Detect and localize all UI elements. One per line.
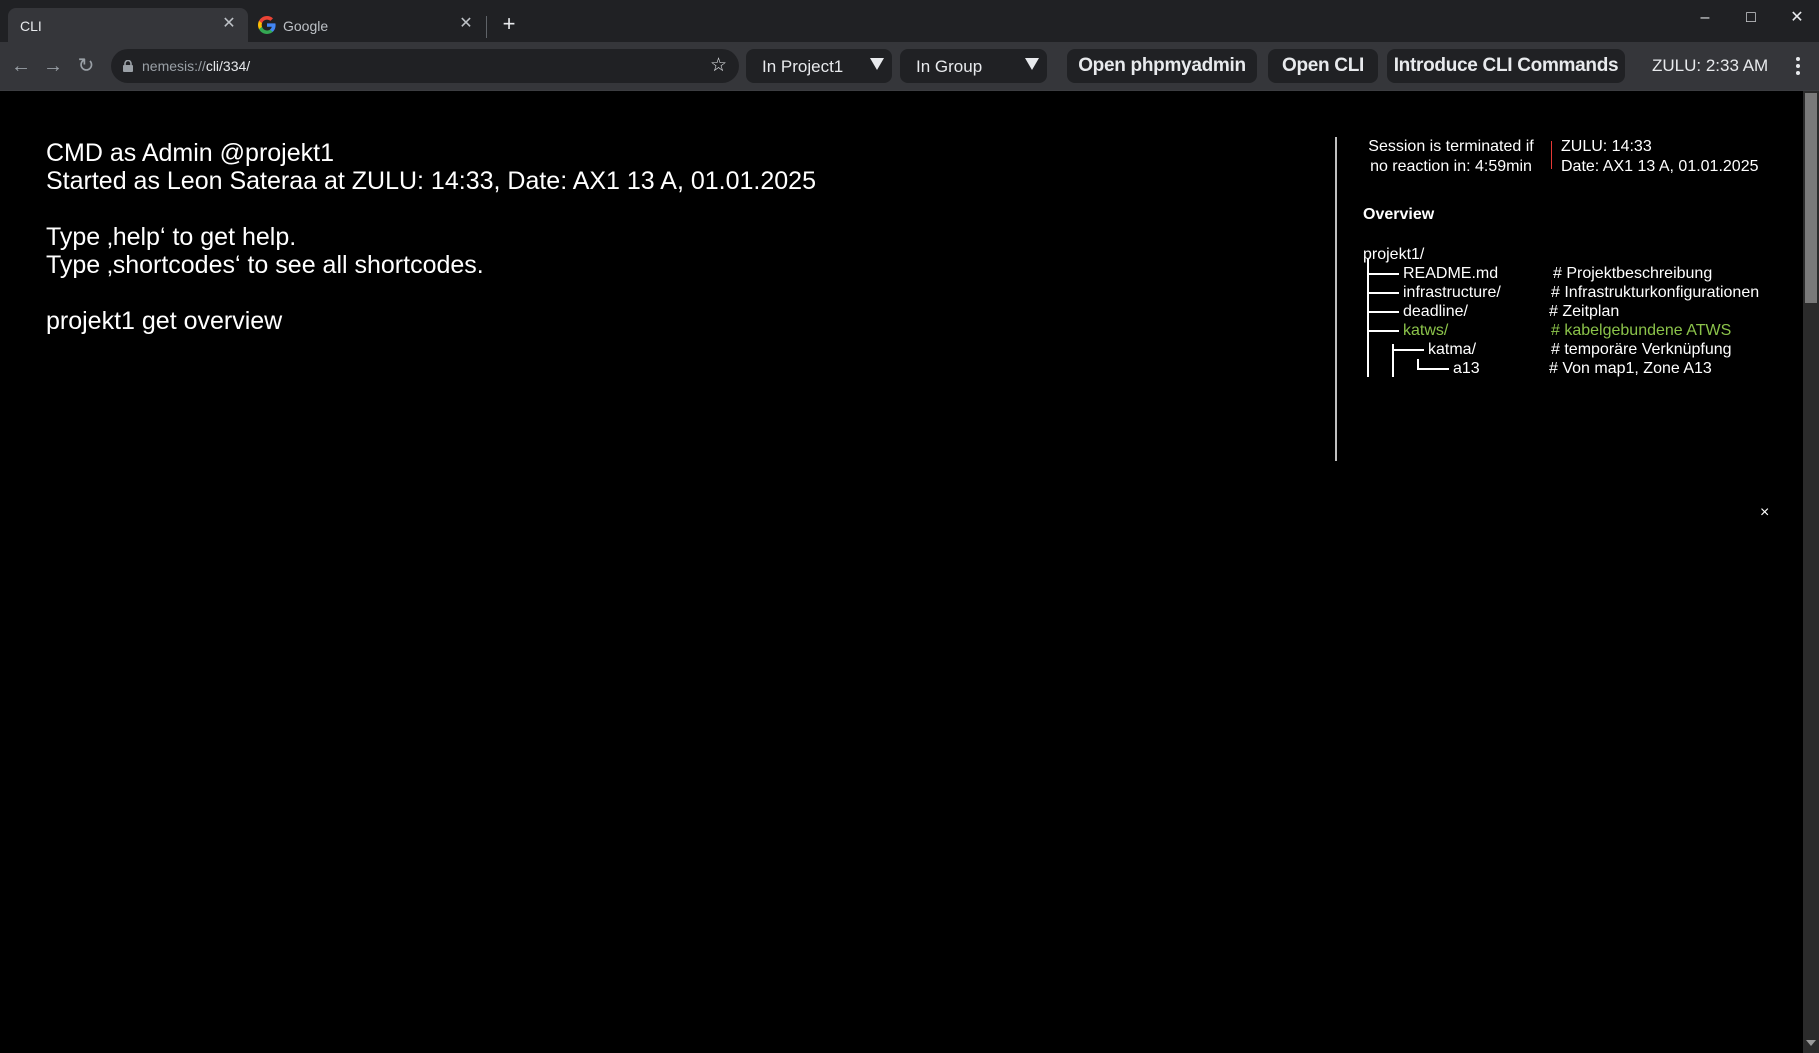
- session-timeout-notice: Session is terminated if no reaction in:…: [1363, 137, 1539, 177]
- back-arrow-icon[interactable]: ←: [9, 54, 33, 78]
- reload-icon[interactable]: ↻: [74, 54, 98, 78]
- open-cli-button[interactable]: Open CLI: [1268, 49, 1378, 83]
- tree-item-name: README.md: [1403, 265, 1499, 282]
- tree-connector: [1367, 292, 1399, 294]
- scrollbar-thumb[interactable]: [1805, 93, 1817, 303]
- overview-panel: Session is terminated if no reaction in:…: [1335, 137, 1777, 461]
- session-text-line: no reaction in: 4:59min: [1370, 158, 1532, 175]
- terminal-output: CMD as Admin @projekt1 Started as Leon S…: [46, 139, 816, 335]
- tree-connector: [1367, 330, 1399, 332]
- scroll-down-arrow-icon[interactable]: [1806, 1040, 1816, 1046]
- tree-item-comment: # Von map1, Zone A13: [1549, 360, 1712, 377]
- terminal-line: Type ‚help‘ to get help.: [46, 223, 297, 251]
- tree-connector: [1417, 368, 1449, 370]
- cli-content: CMD as Admin @projekt1 Started as Leon S…: [0, 91, 1803, 1053]
- overview-title: Overview: [1363, 206, 1435, 223]
- group-select[interactable]: In Group: [900, 49, 1047, 83]
- new-tab-button[interactable]: +: [497, 12, 521, 36]
- open-phpmyadmin-button[interactable]: Open phpmyadmin: [1067, 49, 1257, 83]
- tree-item-comment: # Zeitplan: [1549, 303, 1620, 320]
- tab-strip: CLI ✕ Google ✕ + – □ ✕: [0, 0, 1819, 42]
- tab-google[interactable]: Google ✕: [250, 8, 485, 42]
- forward-arrow-icon[interactable]: →: [41, 54, 65, 78]
- red-divider: [1551, 141, 1552, 169]
- url-scheme: nemesis://: [142, 58, 206, 74]
- tab-title: CLI: [20, 18, 42, 34]
- tree-item-name: deadline/: [1403, 303, 1468, 320]
- group-select-label: In Group: [916, 57, 983, 76]
- project-select-label: In Project1: [762, 57, 844, 76]
- menu-kebab-icon[interactable]: [1790, 54, 1806, 78]
- terminal-command-line: projekt1 get overview: [46, 307, 283, 335]
- tree-connector: [1392, 349, 1424, 351]
- url-text: nemesis://cli/334/: [142, 58, 250, 74]
- dropdown-arrow-icon: [1025, 58, 1039, 70]
- address-bar[interactable]: nemesis://cli/334/ ☆: [111, 49, 739, 83]
- tree-item-name: infrastructure/: [1403, 284, 1501, 301]
- terminal-line: Type ‚shortcodes‘ to see all shortcodes.: [46, 251, 484, 279]
- tab-cli[interactable]: CLI ✕: [8, 8, 248, 42]
- tree-item-name: katws/: [1403, 322, 1449, 339]
- tree-root: projekt1/: [1363, 246, 1425, 263]
- tree-connector: [1367, 259, 1369, 377]
- tree-item-name: a13: [1453, 360, 1480, 377]
- close-panel-icon[interactable]: ×: [1760, 504, 1769, 522]
- tree-item-comment: # Infrastrukturkonfigurationen: [1551, 284, 1760, 301]
- tree-item-comment: # kabelgebundene ATWS: [1551, 322, 1732, 339]
- session-text-line: Session is terminated if: [1368, 138, 1534, 155]
- lock-icon: [123, 60, 133, 72]
- tree-item-comment: # temporäre Verknüpfung: [1551, 341, 1732, 358]
- tab-separator: [486, 16, 487, 38]
- browser-toolbar: ← → ↻ nemesis://cli/334/ ☆ In Project1 I…: [0, 42, 1819, 91]
- project-select[interactable]: In Project1: [746, 49, 892, 83]
- dropdown-arrow-icon: [870, 58, 884, 70]
- session-date: Date: AX1 13 A, 01.01.2025: [1561, 158, 1759, 175]
- introduce-cli-commands-button[interactable]: Introduce CLI Commands: [1387, 49, 1625, 83]
- zulu-clock: ZULU: 2:33 AM: [1652, 56, 1769, 75]
- tree-connector: [1367, 311, 1399, 313]
- url-path: cli/334/: [205, 58, 251, 74]
- terminal-line: Started as Leon Sateraa at ZULU: 14:33, …: [46, 167, 816, 195]
- minimize-button[interactable]: –: [1690, 6, 1720, 30]
- zulu-time: ZULU: 14:33: [1561, 138, 1652, 155]
- maximize-button[interactable]: □: [1736, 6, 1766, 30]
- tree-item-comment: # Projektbeschreibung: [1553, 265, 1713, 282]
- tree-connector: [1367, 273, 1399, 275]
- bookmark-star-icon[interactable]: ☆: [710, 54, 727, 77]
- google-icon: [258, 16, 276, 34]
- terminal-line: CMD as Admin @projekt1: [46, 139, 334, 167]
- vertical-scrollbar[interactable]: [1803, 91, 1819, 1053]
- session-time-info: ZULU: 14:33 Date: AX1 13 A, 01.01.2025: [1561, 137, 1759, 177]
- tree-item-name: katma/: [1428, 341, 1477, 358]
- tab-title: Google: [283, 18, 329, 34]
- tab-close-icon[interactable]: ✕: [218, 13, 240, 35]
- close-window-button[interactable]: ✕: [1782, 6, 1812, 30]
- tab-close-icon[interactable]: ✕: [455, 13, 477, 35]
